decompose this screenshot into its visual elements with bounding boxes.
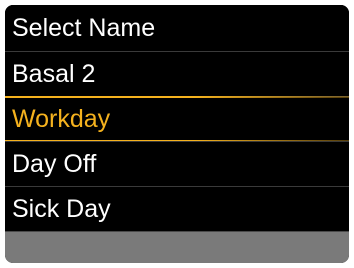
list-item-basal-2[interactable]: Basal 2 [5,51,349,96]
pump-screen: Select Name Basal 2 Workday Day Off Sick… [5,5,349,263]
empty-list-area [5,231,349,263]
name-list: Basal 2 Workday Day Off Sick Day [5,51,349,231]
list-item-workday[interactable]: Workday [5,96,349,142]
list-item-day-off[interactable]: Day Off [5,141,349,186]
list-item-sick-day[interactable]: Sick Day [5,186,349,231]
screen-title: Select Name [5,5,349,51]
